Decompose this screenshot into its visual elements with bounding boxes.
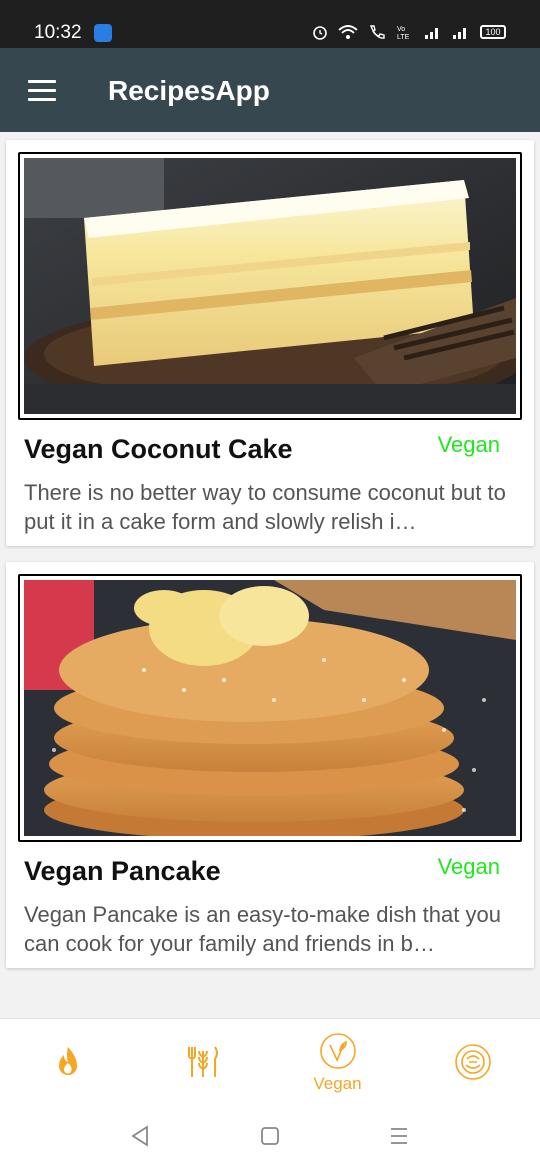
status-icons: Vo LTE 100 — [312, 24, 506, 40]
wifi-icon — [338, 25, 358, 39]
signal-icon — [425, 28, 438, 39]
status-bar: 10:32 Vo LTE 100 — [0, 0, 540, 48]
recipe-tag: Vegan — [437, 432, 500, 457]
recents-icon[interactable] — [389, 1124, 409, 1148]
app-title: RecipesApp — [108, 75, 270, 106]
recipe-image — [24, 158, 516, 414]
signal-icon — [453, 28, 466, 39]
recipe-image-frame — [18, 574, 522, 842]
status-time: 10:32 — [34, 22, 82, 43]
vegan-icon — [319, 1033, 356, 1069]
home-icon[interactable] — [260, 1124, 280, 1148]
recipe-title: Vegan Coconut Cake — [24, 434, 293, 464]
bottom-nav: Vegan — [0, 1018, 540, 1102]
utensils-wheat-icon — [187, 1046, 218, 1077]
app-bar: RecipesApp — [0, 48, 540, 132]
recipe-image-frame — [18, 152, 522, 420]
recipe-image — [24, 580, 516, 836]
alarm-icon — [313, 26, 327, 40]
recipe-title: Vegan Pancake — [24, 856, 221, 886]
recipe-description: Vegan Pancake is an easy-to-make dish th… — [24, 902, 501, 956]
recipe-card[interactable]: Vegan Pancake Vegan Vegan Pancake is an … — [6, 562, 534, 968]
nav-item-trending[interactable] — [0, 1019, 135, 1103]
nav-item-dish[interactable] — [405, 1019, 540, 1103]
recipe-card[interactable]: Vegan Coconut Cake Vegan There is no bet… — [6, 140, 534, 546]
volte-icon: VoLTE — [397, 26, 410, 40]
back-icon[interactable] — [130, 1124, 150, 1148]
battery-icon: 100 — [480, 25, 506, 39]
svg-text:LTE: LTE — [397, 34, 410, 40]
nav-item-meals[interactable] — [135, 1019, 270, 1103]
menu-icon[interactable] — [28, 80, 56, 101]
notification-badge-icon — [94, 24, 112, 42]
recipe-description: There is no better way to consume coconu… — [24, 480, 506, 534]
call-icon — [369, 25, 385, 39]
svg-text:Vo: Vo — [397, 26, 405, 33]
recipe-tag: Vegan — [437, 854, 500, 879]
flame-icon — [58, 1047, 77, 1075]
nav-item-vegan[interactable]: Vegan — [270, 1019, 405, 1103]
nav-label-vegan: Vegan — [313, 1074, 362, 1093]
system-nav-bar — [0, 1102, 540, 1170]
dish-icon — [454, 1044, 491, 1080]
